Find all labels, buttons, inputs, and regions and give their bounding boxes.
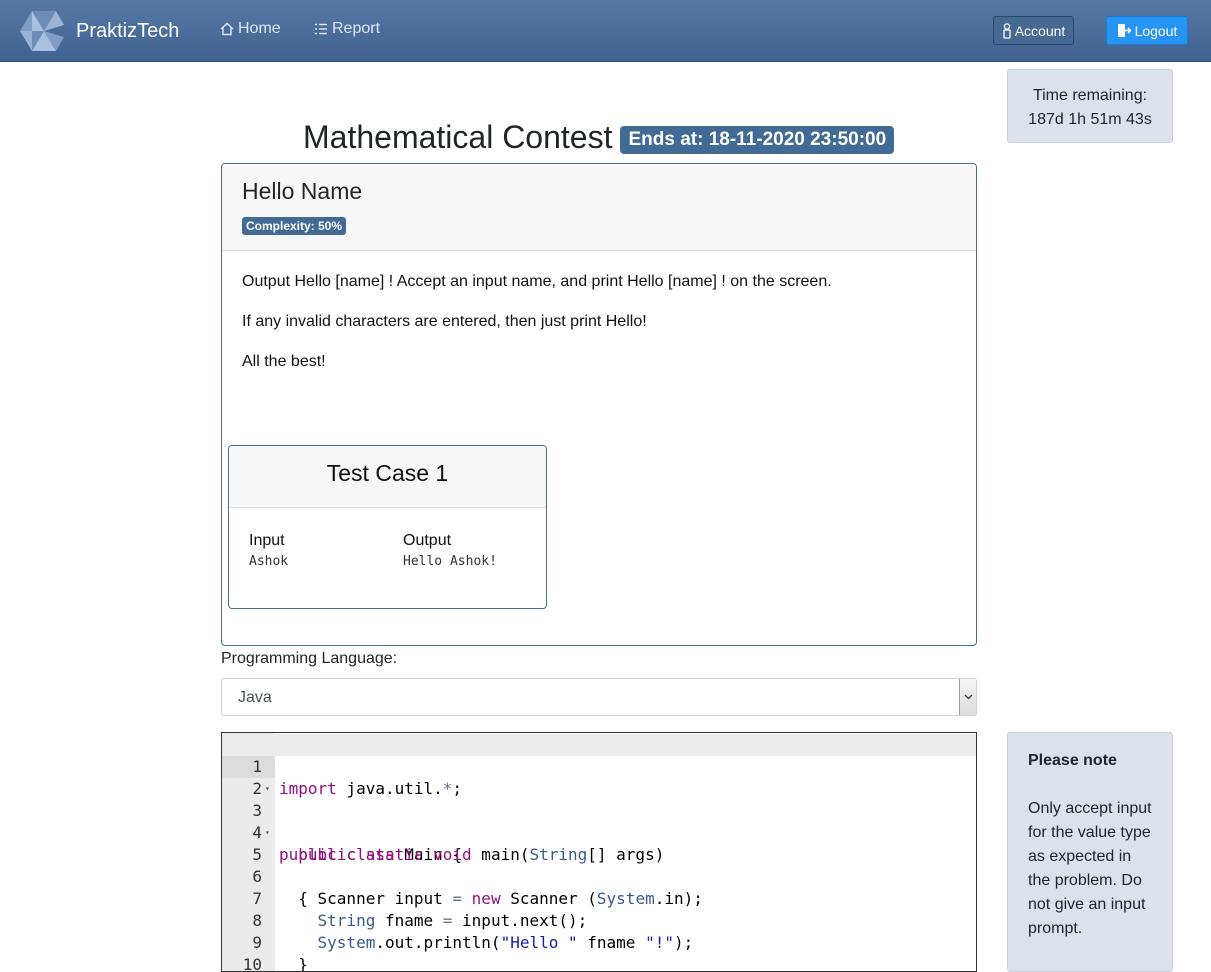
- code-line[interactable]: 4 public static void main(String[] args): [222, 800, 976, 864]
- code-line[interactable]: 5 ▾ {: [222, 822, 976, 908]
- problem-description-line: If any invalid characters are entered, t…: [242, 313, 647, 330]
- time-remaining-value: 187d 1h 51m 43s: [1028, 111, 1152, 128]
- problem-description: Output Hello [name] ! Accept an input na…: [222, 251, 976, 371]
- test-case-output-label: Output: [403, 532, 452, 549]
- code-editor[interactable]: 1 import java.util.*; 2 3 ▾ public class…: [221, 732, 977, 972]
- list-icon: [315, 23, 327, 35]
- problem-header: Hello Name Complexity: 50%: [222, 164, 976, 251]
- test-case-output-value: Hello Ashok!: [403, 554, 497, 569]
- code-line[interactable]: 6 Scanner input = new Scanner (System.in…: [222, 844, 976, 908]
- contest-end-badge: Ends at: 18-11-2020 23:50:00: [620, 126, 895, 154]
- problem-card: Hello Name Complexity: 50% Output Hello …: [221, 163, 977, 646]
- language-select[interactable]: Java: [221, 678, 977, 716]
- home-icon: [220, 22, 234, 36]
- code-line[interactable]: 8 System.out.println("Hello " fname "!")…: [222, 888, 976, 952]
- code-line[interactable]: 3 ▾ public class Main {: [222, 778, 976, 864]
- test-case-output: Output Hello Ashok!: [403, 532, 497, 569]
- account-button-label: Account: [1014, 22, 1066, 39]
- logout-button-label: Logout: [1134, 22, 1178, 39]
- problem-description-line: All the best!: [242, 353, 326, 370]
- navbar: PraktizTech Home Report Account Logout: [0, 0, 1211, 62]
- contest-title: Mathematical Contest: [303, 118, 613, 155]
- time-remaining-label: Time remaining:: [1032, 87, 1148, 104]
- account-button[interactable]: Account: [993, 16, 1074, 45]
- brand-link[interactable]: PraktizTech: [18, 11, 179, 51]
- logout-button[interactable]: Logout: [1106, 16, 1188, 45]
- user-icon: [1003, 22, 1011, 39]
- fold-arrow-icon[interactable]: ▾: [265, 822, 270, 844]
- code-line[interactable]: 10 }: [222, 932, 976, 971]
- code-line[interactable]: 7 String fname = input.next();: [222, 866, 976, 930]
- test-case-card: Test Case 1 Input Ashok Output Hello Ash…: [228, 445, 547, 609]
- fold-arrow-icon[interactable]: ▾: [265, 778, 270, 800]
- brand-logo-icon: [20, 11, 64, 51]
- nav-report[interactable]: Report: [314, 20, 380, 38]
- time-remaining-panel: Time remaining: 187d 1h 51m 43s: [1007, 69, 1173, 143]
- brand-name: PraktizTech: [76, 19, 180, 42]
- language-selected-value: Java: [238, 689, 272, 706]
- complexity-badge: Complexity: 50%: [242, 217, 347, 235]
- nav-report-label: Report: [332, 20, 381, 37]
- code-line[interactable]: 2: [222, 756, 976, 798]
- problem-title: Hello Name: [242, 178, 363, 204]
- logout-icon: [1117, 24, 1131, 37]
- note-text: Only accept input for the value type as …: [1028, 800, 1152, 937]
- language-label: Programming Language:: [221, 650, 398, 667]
- test-case-input-label: Input: [249, 532, 285, 549]
- contest-heading: Mathematical Contest Ends at: 18-11-2020…: [303, 117, 895, 157]
- chevron-down-icon[interactable]: [959, 679, 976, 715]
- please-note-panel: Please note Only accept input for the va…: [1007, 732, 1173, 972]
- test-case-title: Test Case 1: [229, 446, 546, 508]
- note-title: Please note: [1028, 752, 1117, 769]
- test-case-input-value: Ashok: [249, 554, 289, 569]
- code-line[interactable]: 9 }: [222, 910, 976, 971]
- problem-description-line: Output Hello [name] ! Accept an input na…: [242, 273, 832, 290]
- code-line[interactable]: 1 import java.util.*;: [222, 734, 976, 798]
- nav-home[interactable]: Home: [220, 20, 281, 38]
- test-case-input: Input Ashok: [249, 532, 288, 569]
- nav-home-label: Home: [238, 20, 281, 37]
